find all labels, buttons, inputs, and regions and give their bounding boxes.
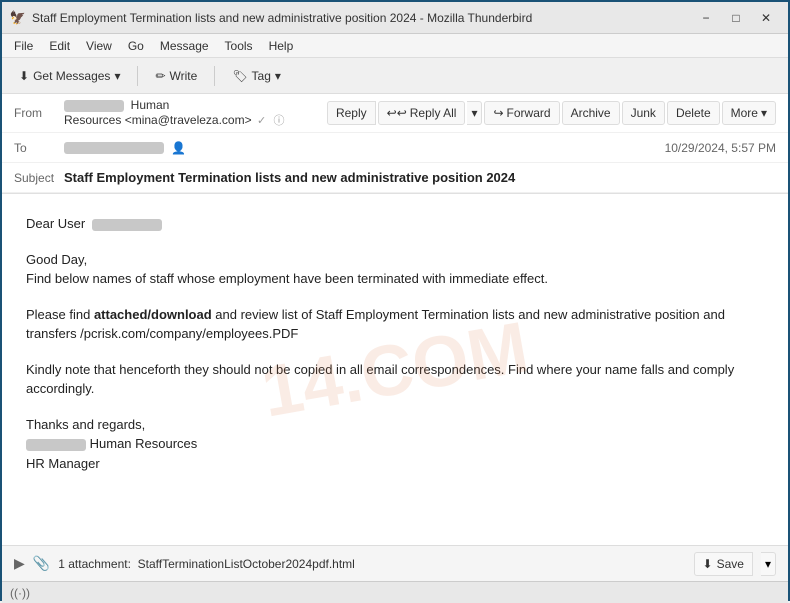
- menubar: File Edit View Go Message Tools Help: [2, 34, 788, 58]
- to-redacted: [64, 142, 164, 154]
- line1: Good Day,: [26, 252, 87, 267]
- sign3: HR Manager: [26, 456, 100, 471]
- delete-button[interactable]: Delete: [667, 101, 720, 125]
- from-email: <mina@traveleza.com>: [125, 113, 252, 127]
- tag-label: Tag: [252, 69, 271, 83]
- toolbar-separator-1: [137, 66, 138, 86]
- toolbar: ⬇ Get Messages ▾ ✏ Write 🏷 Tag ▾: [2, 58, 788, 94]
- save-dropdown-icon: ▾: [765, 557, 771, 571]
- write-label: Write: [170, 69, 198, 83]
- from-label: From: [14, 106, 64, 120]
- menu-edit[interactable]: Edit: [41, 37, 78, 55]
- greeting-paragraph: Dear User: [26, 214, 764, 234]
- archive-button[interactable]: Archive: [562, 101, 620, 125]
- app-icon: 🦅: [10, 10, 26, 26]
- subject-row: Subject Staff Employment Termination lis…: [2, 163, 788, 193]
- attachment-bar: ▶ 📎 1 attachment: StaffTerminationListOc…: [2, 545, 788, 581]
- greeting-text: Dear User: [26, 216, 85, 231]
- write-button[interactable]: ✏ Write: [146, 62, 206, 90]
- to-row: To 👤 10/29/2024, 5:57 PM: [2, 133, 788, 163]
- expand-icon: ▶: [14, 555, 25, 572]
- user-name-redacted: [92, 219, 162, 231]
- junk-button[interactable]: Junk: [622, 101, 665, 125]
- reply-all-dropdown[interactable]: ▾: [467, 101, 482, 125]
- menu-tools[interactable]: Tools: [217, 37, 261, 55]
- get-messages-icon: ⬇: [19, 69, 29, 83]
- statusbar: ((·)): [2, 581, 788, 603]
- window-title: Staff Employment Termination lists and n…: [32, 11, 692, 25]
- get-messages-button[interactable]: ⬇ Get Messages ▾: [10, 62, 129, 90]
- line3-bold: attached/download: [94, 307, 212, 322]
- menu-go[interactable]: Go: [120, 37, 152, 55]
- sign2: Human Resources: [90, 436, 198, 451]
- minimize-button[interactable]: −: [692, 8, 720, 28]
- save-icon: ⬇: [703, 557, 713, 571]
- get-messages-dropdown-icon: ▾: [114, 69, 120, 83]
- save-dropdown-button[interactable]: ▾: [761, 552, 776, 576]
- sign1: Thanks and regards,: [26, 417, 145, 432]
- info-icon: ⓘ: [274, 112, 285, 128]
- to-value: 👤: [64, 141, 665, 155]
- email-actions: Reply ↩↩ Reply All ▾ ↪ Forward Archive J…: [327, 101, 776, 125]
- more-label: More: [731, 106, 758, 120]
- from-value: Human Resources <mina@traveleza.com> ✓ ⓘ: [64, 98, 319, 128]
- to-label: To: [14, 141, 64, 155]
- close-button[interactable]: ✕: [752, 8, 780, 28]
- verify-icon: ✓: [257, 114, 266, 127]
- menu-message[interactable]: Message: [152, 37, 217, 55]
- tag-dropdown-icon: ▾: [275, 69, 281, 83]
- reply-button[interactable]: Reply: [327, 101, 376, 125]
- body-paragraph-1: Good Day, Find below names of staff whos…: [26, 250, 764, 289]
- toolbar-separator-2: [214, 66, 215, 86]
- from-name-redacted: [64, 100, 124, 112]
- line3-prefix: Please find: [26, 307, 94, 322]
- tag-icon: 🏷: [232, 69, 247, 83]
- from-row: From Human Resources <mina@traveleza.com…: [2, 94, 788, 133]
- body-paragraph-2: Please find attached/download and review…: [26, 305, 764, 344]
- connection-status-icon: ((·)): [10, 586, 30, 600]
- more-icon: ▾: [761, 106, 767, 120]
- tag-button[interactable]: 🏷 Tag ▾: [223, 62, 290, 90]
- email-body: 14.COM Dear User Good Day, Find below na…: [2, 194, 788, 545]
- maximize-button[interactable]: □: [722, 8, 750, 28]
- menu-file[interactable]: File: [6, 37, 41, 55]
- subject-value: Staff Employment Termination lists and n…: [64, 170, 776, 185]
- paperclip-icon: 📎: [33, 555, 50, 572]
- menu-help[interactable]: Help: [261, 37, 302, 55]
- menu-view[interactable]: View: [78, 37, 120, 55]
- reply-all-icon: ↩↩: [387, 106, 407, 120]
- titlebar: 🦅 Staff Employment Termination lists and…: [2, 2, 788, 34]
- attachment-filename: StaffTerminationListOctober2024pdf.html: [138, 557, 355, 571]
- to-icon: 👤: [171, 141, 186, 155]
- sign-name-redacted: [26, 439, 86, 451]
- forward-button[interactable]: ↪ Forward: [484, 101, 559, 125]
- more-button[interactable]: More ▾: [722, 101, 776, 125]
- attachment-count: 1 attachment:: [58, 557, 131, 571]
- forward-label: Forward: [507, 106, 551, 120]
- forward-icon: ↪: [493, 106, 503, 120]
- signature: Thanks and regards, Human Resources HR M…: [26, 415, 764, 474]
- save-button[interactable]: ⬇ Save: [694, 552, 753, 576]
- main-content: From Human Resources <mina@traveleza.com…: [2, 94, 788, 603]
- line2: Find below names of staff whose employme…: [26, 271, 548, 286]
- subject-label: Subject: [14, 171, 64, 185]
- attachment-info: 1 attachment: StaffTerminationListOctobe…: [58, 557, 685, 571]
- window-controls: − □ ✕: [692, 8, 780, 28]
- get-messages-label: Get Messages: [33, 69, 110, 83]
- email-header: From Human Resources <mina@traveleza.com…: [2, 94, 788, 194]
- save-label: Save: [717, 557, 744, 571]
- write-icon: ✏: [155, 69, 165, 83]
- body-paragraph-3: Kindly note that henceforth they should …: [26, 360, 764, 399]
- reply-all-label: Reply All: [410, 106, 457, 120]
- email-timestamp: 10/29/2024, 5:57 PM: [665, 141, 776, 155]
- reply-all-button[interactable]: ↩↩ Reply All: [378, 101, 466, 125]
